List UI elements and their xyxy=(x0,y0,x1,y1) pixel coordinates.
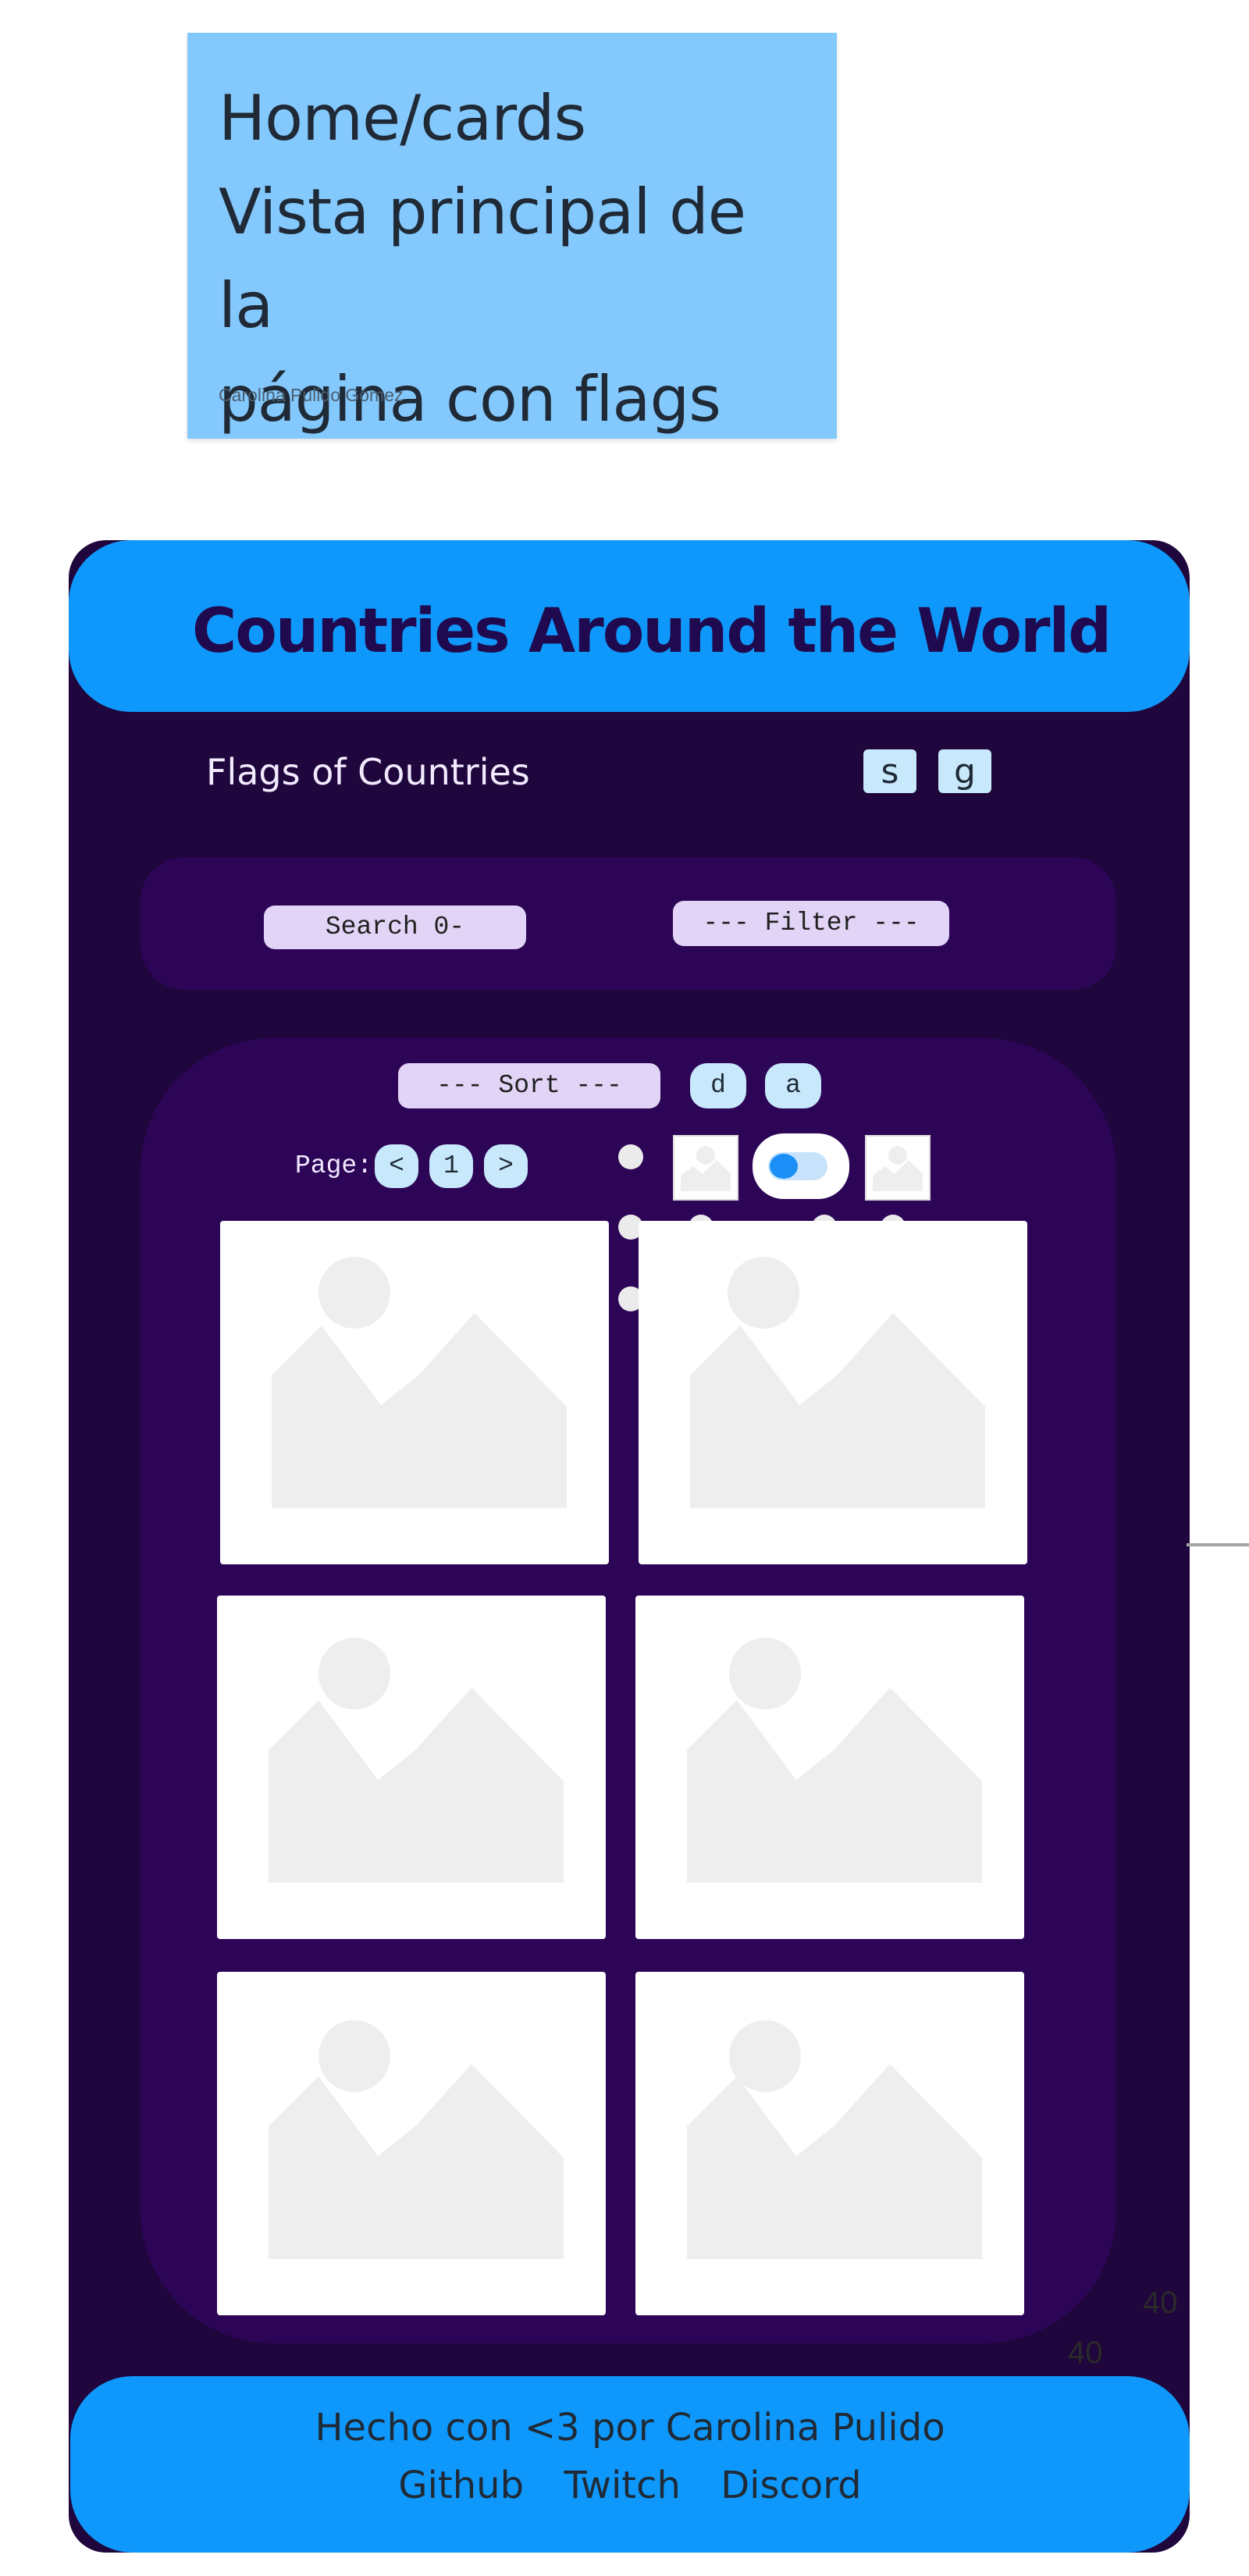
country-card[interactable] xyxy=(635,1972,1024,2315)
s-button[interactable]: s xyxy=(863,749,916,793)
page-title: Countries Around the World xyxy=(192,596,1112,667)
decor-dot xyxy=(618,1144,643,1169)
page-number[interactable]: 1 xyxy=(429,1144,473,1188)
footer-credit: Hecho con <3 por Carolina Pulido xyxy=(315,2406,945,2450)
image-placeholder-icon xyxy=(269,1638,564,1883)
annotation-note: Home/cards Vista principal de la página … xyxy=(187,33,837,439)
dark-theme-icon[interactable] xyxy=(865,1135,931,1201)
toggle-track xyxy=(768,1152,827,1180)
twitch-link[interactable]: Twitch xyxy=(564,2464,681,2507)
filter-select[interactable]: --- Filter --- xyxy=(673,901,949,946)
discord-link[interactable]: Discord xyxy=(721,2464,861,2507)
prev-page-button[interactable]: < xyxy=(375,1144,418,1188)
github-link[interactable]: Github xyxy=(398,2464,524,2507)
sort-asc-button[interactable]: a xyxy=(765,1063,821,1108)
country-card[interactable] xyxy=(217,1596,606,1939)
image-placeholder-icon xyxy=(272,1257,567,1508)
theme-toggle[interactable] xyxy=(753,1133,849,1199)
image-placeholder-icon xyxy=(269,2020,564,2259)
sort-desc-button[interactable]: d xyxy=(690,1063,746,1108)
header-bar: Countries Around the World xyxy=(69,540,1190,712)
image-placeholder-icon xyxy=(687,2020,982,2259)
footer-bar: Hecho con <3 por Carolina Pulido Github … xyxy=(70,2376,1190,2553)
note-author: Carolina Pulido Gómez xyxy=(219,385,404,405)
country-card[interactable] xyxy=(635,1596,1024,1939)
g-button[interactable]: g xyxy=(938,749,991,793)
country-card[interactable] xyxy=(220,1221,609,1564)
note-title-line1: Home/cards xyxy=(219,82,586,155)
edge-connector xyxy=(1187,1543,1249,1546)
spacing-label: 40 xyxy=(1068,2336,1103,2370)
spacing-label: 40 xyxy=(1143,2286,1178,2320)
light-theme-icon[interactable] xyxy=(673,1135,738,1201)
page-label: Page: xyxy=(295,1151,373,1180)
image-placeholder-icon xyxy=(690,1257,985,1508)
section-title: Flags of Countries xyxy=(206,751,530,793)
footer-links: Github Twitch Discord xyxy=(70,2464,1190,2507)
search-input[interactable]: Search 0- xyxy=(264,906,526,949)
note-title-line2: Vista principal de la xyxy=(219,176,746,342)
toggle-knob xyxy=(770,1154,798,1179)
image-placeholder-icon xyxy=(687,1638,982,1883)
country-card[interactable] xyxy=(217,1972,606,2315)
country-card[interactable] xyxy=(639,1221,1027,1564)
next-page-button[interactable]: > xyxy=(484,1144,528,1188)
sort-select[interactable]: --- Sort --- xyxy=(398,1063,660,1108)
